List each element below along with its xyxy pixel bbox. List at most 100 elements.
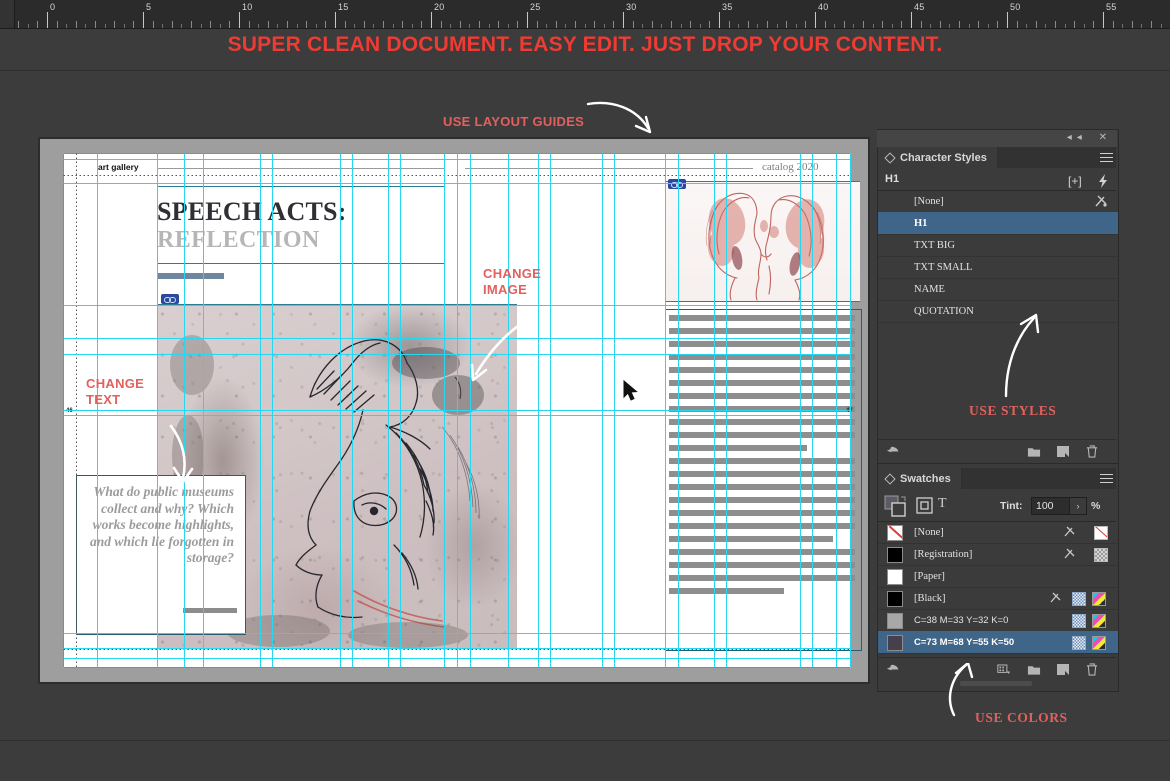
tint-stepper-button[interactable]: › (1069, 497, 1087, 515)
ruler-subtick (844, 21, 845, 28)
ruler-subtick (959, 21, 960, 28)
character-style-label: TXT BIG (914, 239, 955, 251)
clear-overrides-icon[interactable] (886, 445, 900, 458)
ruler-label: 20 (434, 2, 445, 12)
ruler-subtick (1132, 21, 1133, 28)
body-text-line (669, 367, 855, 373)
body-text-line (669, 393, 855, 399)
ruler-label: 55 (1106, 2, 1117, 12)
swatch-views-grid-icon[interactable] (997, 663, 1011, 676)
body-text-line (669, 588, 785, 594)
body-text-line (669, 406, 855, 412)
ruler-subtick (229, 21, 230, 28)
ruler-subtick (1036, 21, 1037, 28)
panel-collapse-close-icons[interactable]: ◂◂ ✕ (1067, 132, 1112, 143)
panel-resize-grip[interactable] (960, 681, 1032, 686)
swatch-color-chip (887, 635, 903, 651)
ruler-label: 30 (626, 2, 637, 12)
ruler-tick (373, 24, 374, 28)
character-style-row[interactable]: [None] (878, 190, 1118, 213)
ruler-tick (124, 24, 125, 28)
quote-accent-rule (183, 608, 237, 613)
ruler-subtick (287, 21, 288, 28)
formatting-affects-container-icon[interactable] (916, 497, 933, 514)
ruler-tick (604, 24, 605, 28)
collapse-icon[interactable]: ◂◂ (1067, 132, 1087, 143)
top-right-image[interactable] (665, 182, 860, 302)
swatches-menu-icon[interactable] (1100, 474, 1113, 483)
character-style-label: QUOTATION (914, 305, 974, 317)
ruler-subtick (1093, 21, 1094, 28)
ruler-subtick (498, 21, 499, 28)
character-style-row[interactable]: NAME (878, 278, 1118, 301)
fill-stroke-proxy-icon[interactable] (884, 495, 910, 517)
ruler-subtick (652, 21, 653, 28)
ruler-subtick (921, 21, 922, 28)
ruler-subtick (767, 21, 768, 28)
swatch-row[interactable]: C=73 M=68 Y=55 K=50 (878, 631, 1118, 654)
ruler-tick (757, 24, 758, 28)
ruler-tick (988, 24, 989, 28)
new-style-icon[interactable] (1056, 445, 1070, 458)
ruler-tick (661, 24, 662, 28)
swatch-row[interactable]: [Paper] (878, 565, 1118, 588)
ruler-subtick (594, 21, 595, 28)
ruler-subtick (421, 21, 422, 28)
close-icon[interactable]: ✕ (1099, 132, 1112, 143)
ruler-subtick (1113, 21, 1114, 28)
new-group-folder-icon[interactable] (1027, 445, 1041, 458)
panel-title-bar[interactable]: ◂◂ ✕ (877, 130, 1117, 148)
formatting-affects-text-icon[interactable]: T (938, 496, 947, 512)
character-style-row[interactable]: H1 (878, 212, 1118, 235)
link-badge-top-image[interactable] (668, 179, 686, 189)
ruler-tick (28, 24, 29, 28)
swatch-brush-icon (1064, 526, 1075, 537)
character-styles-list[interactable]: [None] H1 TXT BIG TXT SMALL NAME QUOTATION (878, 190, 1118, 439)
horizontal-ruler[interactable]: 0 5 10 15 20 25 30 35 40 45 50 55 (0, 0, 1170, 29)
character-style-label: H1 (914, 217, 928, 229)
ruler-subtick (575, 21, 576, 28)
swatch-row[interactable]: [Black] (878, 587, 1118, 610)
quick-apply-lightning-icon[interactable] (1096, 173, 1110, 189)
tint-input[interactable]: 100 (1031, 497, 1071, 515)
tab-swatches[interactable]: Swatches (878, 468, 962, 489)
character-style-row[interactable]: TXT BIG (878, 234, 1118, 257)
ruler-subtick (690, 21, 691, 28)
annotation-use-colors: USE COLORS (975, 710, 1068, 725)
tab-character-styles[interactable]: Character Styles (878, 147, 998, 168)
cmyk-color-mode-icon (1092, 636, 1106, 650)
swatch-row[interactable]: [None] (878, 521, 1118, 544)
ruler-origin-corner[interactable] (0, 0, 15, 28)
show-all-swatches-icon[interactable] (886, 663, 900, 676)
ruler-tick (489, 24, 490, 28)
delete-trash-icon[interactable] (1085, 445, 1099, 458)
body-text-line (669, 341, 855, 347)
swatches-footer[interactable] (878, 657, 1116, 681)
swatch-row[interactable]: C=38 M=33 Y=32 K=0 (878, 609, 1118, 632)
ruler-tick (700, 24, 701, 28)
document-spread[interactable]: 46 art gallery SPEECH ACTS: REFLECTION W… (40, 139, 868, 682)
body-text-line (669, 536, 833, 542)
swatches-list[interactable]: [None] [Registration] [Paper] [Black] C=38 M… (878, 521, 1118, 655)
ruler-tick (527, 12, 528, 28)
ruler-tick (546, 24, 547, 28)
character-styles-menu-icon[interactable] (1100, 153, 1113, 162)
ruler-tick (1161, 24, 1162, 28)
ruler-tick (335, 12, 336, 28)
delete-swatch-icon[interactable] (1085, 663, 1099, 676)
new-style-bracket-icon[interactable]: [+] (1068, 174, 1082, 188)
ruler-tick (162, 24, 163, 28)
character-styles-footer[interactable] (878, 439, 1116, 463)
character-style-row[interactable]: QUOTATION (878, 300, 1118, 323)
tint-input-value: 100 (1036, 500, 1054, 512)
top-image-rule-bottom (665, 301, 860, 302)
new-color-group-icon[interactable] (1027, 663, 1041, 676)
link-badge-main-image[interactable] (161, 294, 179, 304)
ruler-label: 10 (242, 2, 253, 12)
character-style-row[interactable]: TXT SMALL (878, 256, 1118, 279)
ruler-subtick (460, 21, 461, 28)
ruler-tick (450, 24, 451, 28)
new-swatch-icon[interactable] (1056, 663, 1070, 676)
swatch-row[interactable]: [Registration] (878, 543, 1118, 566)
promo-banner: SUPER CLEAN DOCUMENT. EASY EDIT. JUST DR… (0, 29, 1170, 70)
